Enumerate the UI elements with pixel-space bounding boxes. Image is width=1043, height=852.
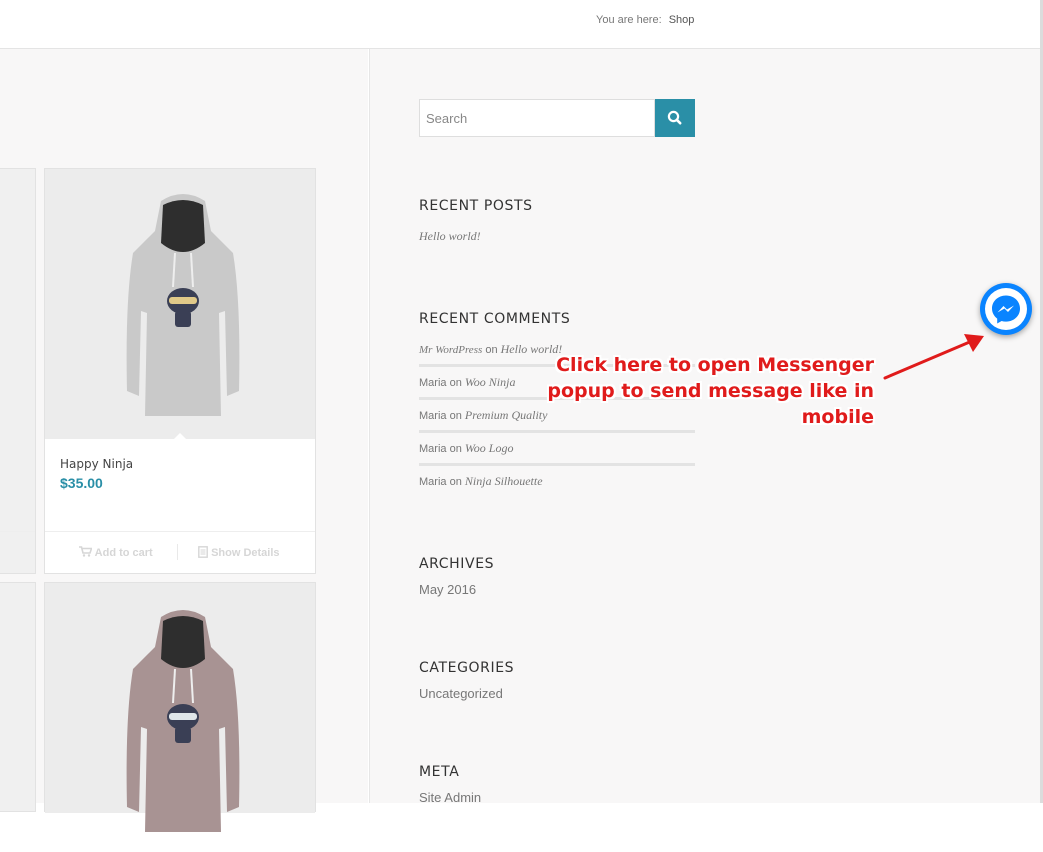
archive-link[interactable]: May 2016: [419, 582, 476, 597]
top-header: You are here: Shop: [0, 0, 1043, 49]
hoodie-image: [126, 194, 240, 416]
comment-on: on: [449, 476, 462, 488]
messenger-button[interactable]: [980, 283, 1032, 335]
search-icon: [667, 110, 682, 125]
comment-on: on: [449, 410, 462, 422]
product-image[interactable]: [45, 583, 315, 832]
search-input[interactable]: [419, 99, 655, 137]
product-card-partial[interactable]: [0, 168, 36, 574]
comment-author: Maria: [419, 410, 447, 422]
recent-posts-title: RECENT POSTS: [419, 198, 533, 214]
product-image[interactable]: [45, 169, 315, 440]
show-details-label: Show Details: [211, 547, 280, 559]
comment-post-link[interactable]: Woo Logo: [465, 441, 514, 455]
archives-title: ARCHIVES: [419, 556, 495, 572]
annotation-arrow: [883, 334, 984, 380]
product-card[interactable]: [44, 582, 316, 832]
product-card[interactable]: Happy Ninja $35.00 Add to cart Show Deta…: [44, 168, 316, 574]
categories-title: CATEGORIES: [419, 660, 515, 676]
product-title[interactable]: Happy Ninja: [60, 457, 133, 471]
annotation-line-2: popup to send message like in mobile: [547, 380, 874, 428]
product-actions: Add to cart Show Details: [45, 531, 315, 572]
comment-on: on: [449, 377, 462, 389]
add-to-cart-label: Add to cart: [94, 547, 153, 559]
annotation-line-1: Click here to open Messenger: [556, 354, 874, 376]
hood-opening: [161, 616, 205, 668]
cart-icon: [79, 546, 93, 557]
breadcrumb-prefix: You are here:: [596, 14, 662, 26]
breadcrumb-shop-link[interactable]: Shop: [669, 14, 695, 26]
meta-title: META: [419, 764, 460, 780]
document-icon: [198, 546, 208, 558]
annotation-text: Click here to open Messenger popup to se…: [508, 352, 874, 430]
comment-on: on: [485, 344, 498, 356]
breadcrumb: You are here: Shop: [596, 14, 694, 26]
comment-divider: [419, 430, 695, 433]
messenger-icon: [985, 288, 1027, 330]
search-button[interactable]: [655, 99, 695, 137]
product-card-partial[interactable]: [0, 582, 36, 812]
comment-author: Maria: [419, 476, 447, 488]
hood-opening: [161, 200, 205, 252]
comment-on: on: [449, 443, 462, 455]
action-divider: [177, 544, 178, 560]
hoodie-image: [126, 610, 240, 832]
category-link[interactable]: Uncategorized: [419, 686, 503, 701]
add-to-cart-button[interactable]: Add to cart: [79, 546, 153, 559]
recent-post-link[interactable]: Hello world!: [419, 229, 481, 244]
recent-comments-title: RECENT COMMENTS: [419, 311, 571, 327]
comment-item: Maria on Woo Logo: [419, 441, 695, 456]
comment-author: Maria: [419, 443, 447, 455]
comment-item: Maria on Ninja Silhouette: [419, 474, 695, 489]
comment-author[interactable]: Mr WordPress: [419, 344, 482, 356]
product-price: $35.00: [60, 475, 103, 491]
comment-divider: [419, 463, 695, 466]
comment-author: Maria: [419, 377, 447, 389]
comment-post-link[interactable]: Ninja Silhouette: [465, 474, 543, 488]
show-details-button[interactable]: Show Details: [198, 546, 280, 559]
